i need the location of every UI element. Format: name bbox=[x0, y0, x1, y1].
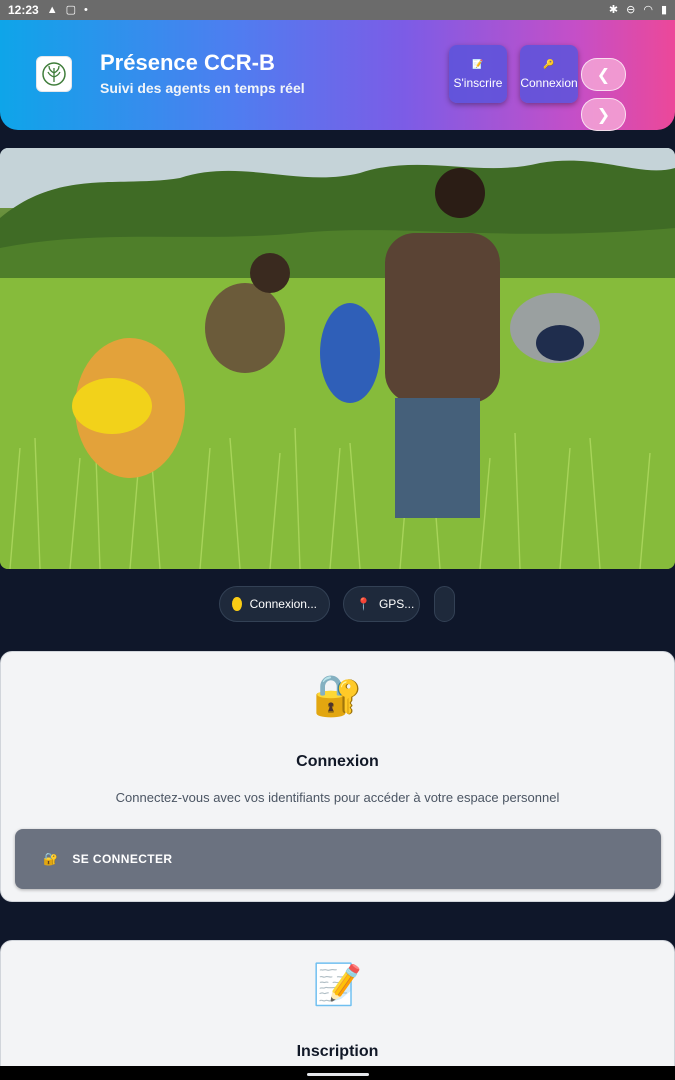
status-chips: Connexion... 📍 GPS... bbox=[0, 586, 675, 624]
pin-icon: 📍 bbox=[356, 597, 371, 611]
battery-icon: ▮ bbox=[660, 4, 667, 16]
header-next-button[interactable]: ❯ bbox=[581, 98, 626, 131]
empty-status-chip bbox=[434, 586, 455, 622]
square-icon: ▢ bbox=[65, 4, 76, 16]
lock-key-icon: 🔐 bbox=[312, 674, 363, 718]
connection-status-chip: Connexion... bbox=[219, 586, 330, 622]
register-card-title: Inscription bbox=[296, 1043, 379, 1060]
register-card: 📝 Inscription bbox=[0, 940, 675, 1080]
navigation-bar bbox=[0, 1066, 675, 1080]
header-prev-button[interactable]: ❮ bbox=[581, 58, 626, 91]
home-indicator[interactable] bbox=[307, 1073, 369, 1076]
login-header-button[interactable]: 🔑 Connexion bbox=[520, 45, 578, 103]
app-subtitle: Suivi des agents en temps réel bbox=[100, 80, 305, 96]
login-card-description: Connectez-vous avec vos identifiants pou… bbox=[115, 790, 560, 805]
warning-icon: ▲ bbox=[46, 4, 58, 16]
app-title: Présence CCR-B bbox=[100, 50, 275, 75]
register-header-button[interactable]: 📝 S'inscrire bbox=[449, 45, 507, 103]
dot-icon: • bbox=[84, 4, 88, 16]
app-logo bbox=[36, 56, 72, 92]
memo-icon: 📝 bbox=[312, 963, 363, 1007]
lock-icon: 🔐 bbox=[43, 852, 59, 866]
yellow-dot-icon bbox=[232, 597, 242, 611]
wifi-icon: ◠ bbox=[643, 4, 653, 16]
login-card-title: Connexion bbox=[296, 753, 379, 770]
chevron-left-icon: ❮ bbox=[596, 66, 611, 84]
register-header-label: S'inscrire bbox=[453, 75, 503, 90]
bluetooth-icon: ✱ bbox=[608, 4, 619, 16]
gps-status-label: GPS... bbox=[378, 597, 415, 611]
hero-image bbox=[0, 148, 675, 569]
gps-status-chip: 📍 GPS... bbox=[343, 586, 420, 622]
chevron-right-icon: ❯ bbox=[596, 106, 611, 124]
login-button-label: SE CONNECTER bbox=[72, 852, 173, 866]
login-header-label: Connexion bbox=[520, 75, 578, 90]
login-card: 🔐 Connexion Connectez-vous avec vos iden… bbox=[0, 651, 675, 902]
rice-field-photo bbox=[0, 148, 675, 569]
connection-status-label: Connexion... bbox=[249, 597, 317, 611]
memo-icon: 📝 bbox=[472, 58, 484, 69]
status-bar: 12:23 ▲ ▢ • ✱ ⊖ ◠ ▮ bbox=[0, 0, 675, 20]
plant-logo-icon bbox=[42, 62, 66, 86]
login-button[interactable]: 🔐 SE CONNECTER bbox=[15, 829, 661, 889]
status-time: 12:23 bbox=[8, 3, 39, 17]
key-icon: 🔑 bbox=[543, 58, 555, 69]
dnd-icon: ⊖ bbox=[626, 4, 636, 16]
app-header: Présence CCR-B Suivi des agents en temps… bbox=[0, 20, 675, 131]
